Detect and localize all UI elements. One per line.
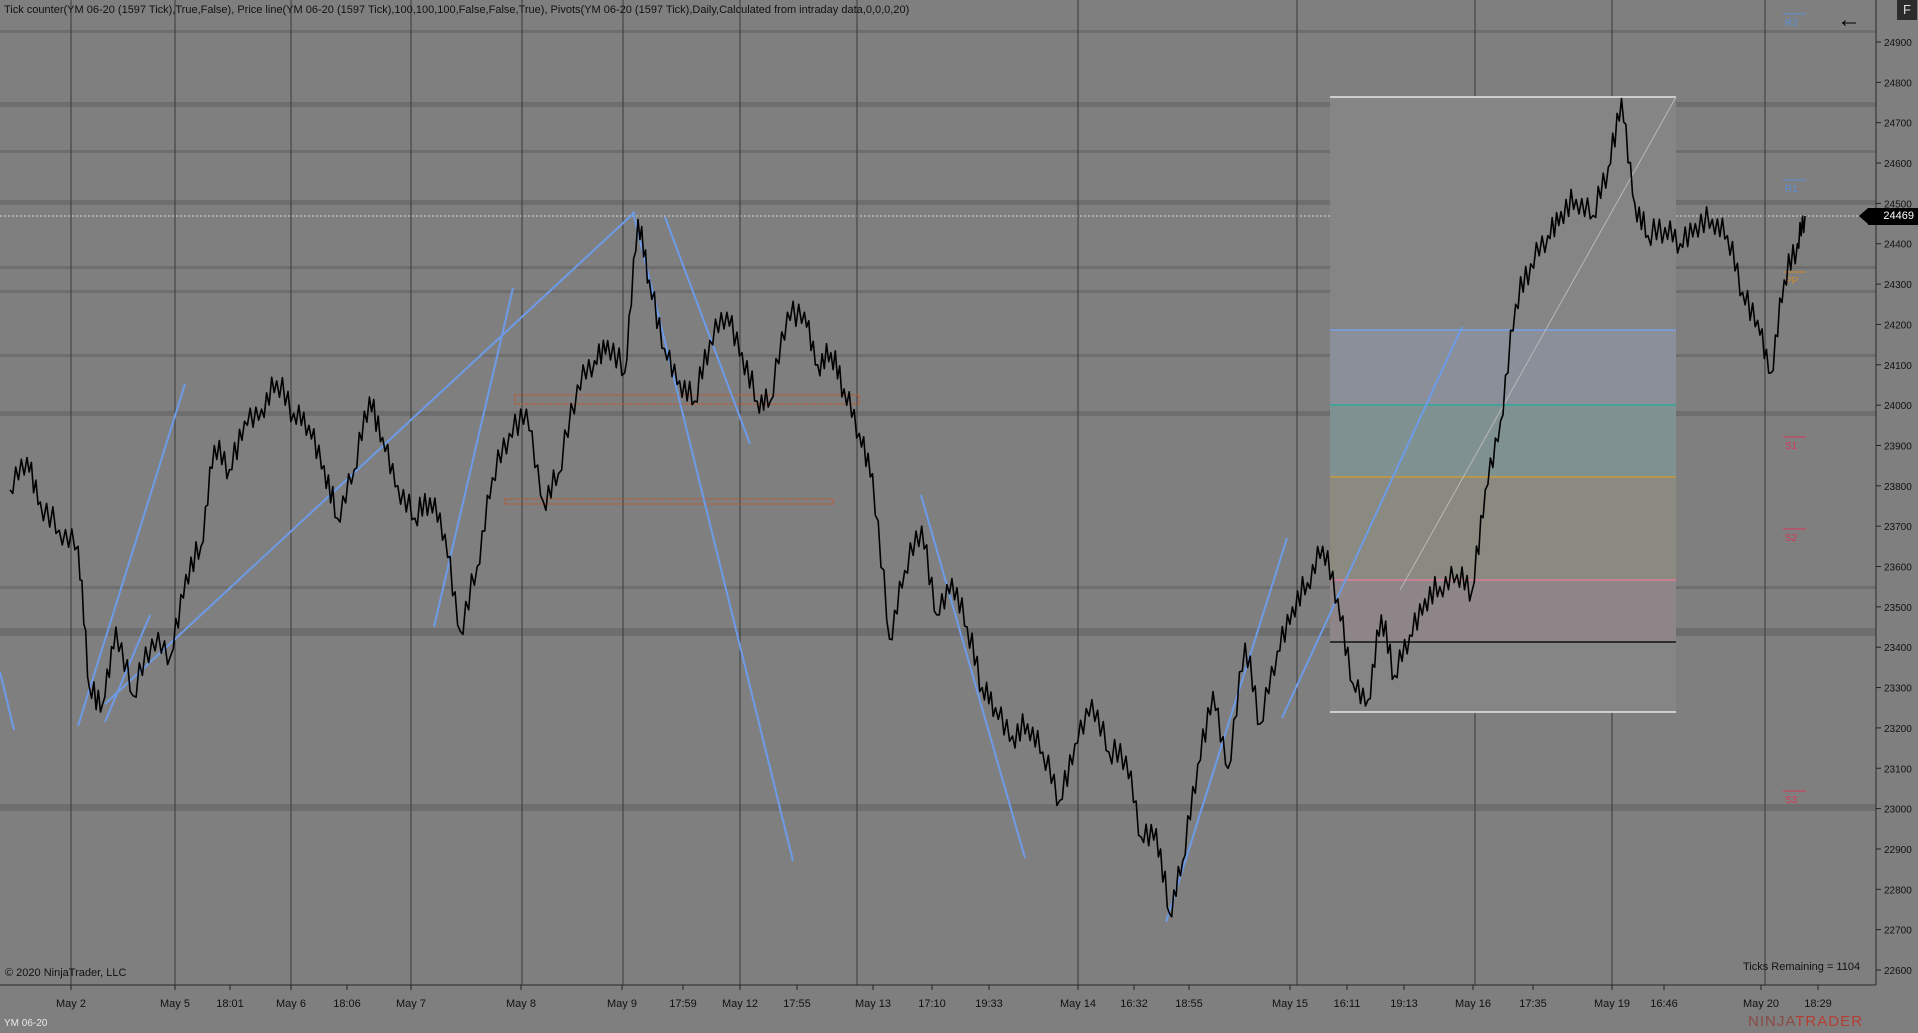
y-tick-label: 24000 xyxy=(1884,401,1912,412)
y-tick-label: 24600 xyxy=(1884,159,1912,170)
x-tick-label: 16:32 xyxy=(1120,998,1148,1010)
x-tick-label: May 9 xyxy=(607,998,637,1010)
x-tick-label: 19:13 xyxy=(1390,998,1418,1010)
y-tick-label: 23100 xyxy=(1884,764,1912,775)
x-axis: May 2 May 5 18:01 May 6 18:06 May 7 May 8 May 9… xyxy=(0,984,1876,1010)
x-tick-label: 17:55 xyxy=(783,998,811,1010)
y-tick-label: 23300 xyxy=(1884,684,1912,695)
trendline xyxy=(632,211,794,862)
f-button[interactable]: F xyxy=(1897,0,1917,20)
x-tick-label: 17:10 xyxy=(918,998,946,1010)
x-tick-label: May 13 xyxy=(855,998,891,1010)
x-tick-label: May 8 xyxy=(506,998,536,1010)
trendline xyxy=(77,383,186,727)
x-tick-label: 18:29 xyxy=(1804,998,1832,1010)
y-tick-label: 23800 xyxy=(1884,482,1912,493)
x-tick-label: 16:11 xyxy=(1334,998,1361,1010)
ninjatrader-logo: NINJATRADER xyxy=(1748,1013,1863,1030)
x-tick-label: May 6 xyxy=(276,998,306,1010)
y-tick-label: 24700 xyxy=(1884,119,1912,130)
price-chart[interactable]: R2R1PPS1S2S3 249002480024700246002450024… xyxy=(0,0,1918,1033)
indicator-header: Tick counter(YM 06-20 (1597 Tick),True,F… xyxy=(4,4,910,16)
back-arrow-icon[interactable]: ← xyxy=(1835,6,1863,34)
x-tick-label: May 15 xyxy=(1272,998,1308,1010)
x-tick-label: May 12 xyxy=(722,998,758,1010)
x-tick-label: 18:06 xyxy=(333,998,361,1010)
fib-zone xyxy=(1330,580,1676,642)
x-tick-label: 18:01 xyxy=(216,998,244,1010)
y-tick-label: 23200 xyxy=(1884,724,1912,735)
instrument-label: YM 06-20 xyxy=(4,1018,48,1029)
pivot-label: S2 xyxy=(1785,533,1798,544)
y-tick-label: 23400 xyxy=(1884,643,1912,654)
y-tick-label: 22800 xyxy=(1884,885,1912,896)
y-tick-label: 24300 xyxy=(1884,280,1912,291)
y-axis: 2490024800247002460024500244002430024200… xyxy=(1875,0,1912,985)
y-tick-label: 23600 xyxy=(1884,563,1912,574)
pivot-label: S1 xyxy=(1785,441,1798,452)
fib-zone xyxy=(1330,330,1676,405)
trendline xyxy=(1165,537,1288,923)
y-tick-label: 22700 xyxy=(1884,926,1912,937)
x-tick-label: May 16 xyxy=(1455,998,1491,1010)
y-tick-label: 23000 xyxy=(1884,805,1912,816)
trendline xyxy=(664,216,751,445)
x-tick-label: May 2 xyxy=(56,998,86,1010)
trendline xyxy=(0,671,15,731)
y-tick-label: 24900 xyxy=(1884,38,1912,49)
y-tick-label: 22900 xyxy=(1884,845,1912,856)
fib-zone xyxy=(1330,477,1676,580)
x-tick-label: May 7 xyxy=(396,998,426,1010)
current-price-flag: 24469 xyxy=(1859,208,1918,225)
y-tick-label: 24400 xyxy=(1884,240,1912,251)
y-tick-label: 22600 xyxy=(1884,966,1912,977)
x-tick-label: 18:55 xyxy=(1175,998,1203,1010)
band xyxy=(0,30,1876,33)
copyright-text: © 2020 NinjaTrader, LLC xyxy=(5,967,127,979)
x-tick-label: May 5 xyxy=(160,998,190,1010)
zone-box xyxy=(504,498,834,505)
y-tick-label: 23700 xyxy=(1884,522,1912,533)
pivot-label: R1 xyxy=(1785,184,1798,195)
x-tick-label: 19:33 xyxy=(975,998,1003,1010)
band xyxy=(0,804,1876,811)
x-tick-label: 16:46 xyxy=(1650,998,1678,1010)
pivot-lines: R2R1PPS1S2S3 xyxy=(1783,13,1806,806)
x-tick-label: May 14 xyxy=(1060,998,1096,1010)
x-tick-label: 17:59 xyxy=(669,998,697,1010)
y-tick-label: 24800 xyxy=(1884,78,1912,89)
trendline xyxy=(920,494,1026,859)
x-tick-label: May 20 xyxy=(1743,998,1779,1010)
pivot-label: S3 xyxy=(1785,795,1798,806)
pivot-label: R2 xyxy=(1785,18,1798,29)
x-tick-label: 17:35 xyxy=(1519,998,1547,1010)
y-tick-label: 24200 xyxy=(1884,320,1912,331)
x-tick-label: May 19 xyxy=(1594,998,1630,1010)
y-tick-label: 24100 xyxy=(1884,361,1912,372)
y-tick-label: 23500 xyxy=(1884,603,1912,614)
ticks-remaining-label: Ticks Remaining = 1104 xyxy=(1743,961,1861,973)
y-tick-label: 23900 xyxy=(1884,441,1912,452)
